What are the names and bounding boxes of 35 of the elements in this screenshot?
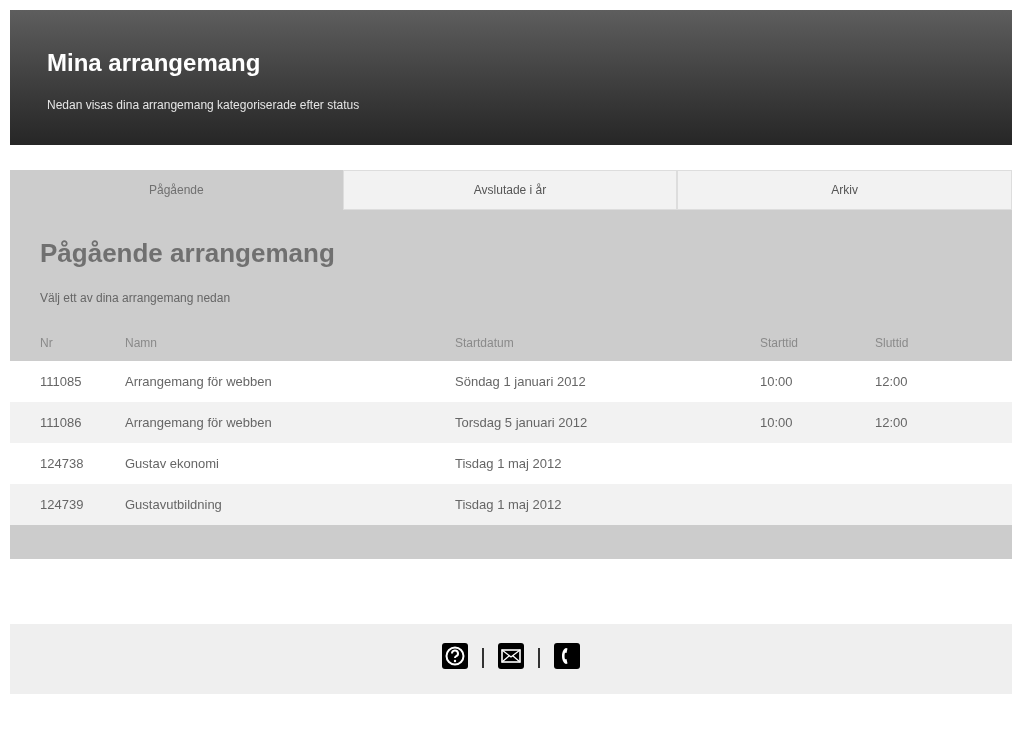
- table-cell: Tisdag 1 maj 2012: [455, 496, 562, 512]
- table-cell: 12:00: [875, 414, 908, 430]
- phone-icon[interactable]: [554, 643, 580, 669]
- table-cell: Arrangemang för webben: [125, 414, 272, 430]
- help-icon[interactable]: [442, 643, 468, 669]
- column-header: Startdatum: [455, 336, 514, 350]
- table-cell: 10:00: [760, 373, 793, 389]
- section-title: Pågående arrangemang: [39, 237, 336, 269]
- tab[interactable]: Avslutade i år: [342, 170, 678, 210]
- table-row[interactable]: 111085 Arrangemang för webben Söndag 1 januari 2012 10:00 12:00: [10, 361, 1012, 402]
- column-header: Sluttid: [875, 336, 909, 350]
- table-cell: 12:00: [875, 373, 908, 389]
- mail-icon[interactable]: [498, 643, 524, 669]
- column-header: Starttid: [760, 336, 798, 350]
- tab[interactable]: Pågående: [10, 170, 343, 210]
- table-cell: Tisdag 1 maj 2012: [455, 455, 562, 471]
- table-row[interactable]: 124739 Gustavutbildning Tisdag 1 maj 2012: [10, 484, 1012, 525]
- table-cell: 111086: [40, 414, 82, 430]
- table-cell: 124739: [40, 496, 84, 512]
- table-cell: Söndag 1 januari 2012: [455, 373, 586, 389]
- table-row[interactable]: 124738 Gustav ekonomi Tisdag 1 maj 2012: [10, 443, 1012, 484]
- page-subtitle: Nedan visas dina arrangemang kategoriserade efter status: [47, 97, 361, 114]
- tab[interactable]: Arkiv: [677, 170, 1012, 210]
- table-cell: Gustavutbildning: [125, 496, 222, 512]
- table-row[interactable]: 111086 Arrangemang för webben Torsdag 5 januari 2012 10:00 12:00: [10, 402, 1012, 443]
- table-cell: 111085: [40, 373, 82, 389]
- page-title: Mina arrangemang: [47, 48, 262, 78]
- table-cell: 124738: [40, 455, 84, 471]
- table-cell: Arrangemang för webben: [125, 373, 272, 389]
- table-cell: Gustav ekonomi: [125, 455, 219, 471]
- column-header: Namn: [125, 336, 157, 350]
- section-subtitle: Välj ett av dina arrangemang nedan: [39, 290, 232, 307]
- table-cell: Torsdag 5 januari 2012: [455, 414, 588, 430]
- table-cell: 10:00: [760, 414, 793, 430]
- column-header: Nr: [40, 336, 53, 350]
